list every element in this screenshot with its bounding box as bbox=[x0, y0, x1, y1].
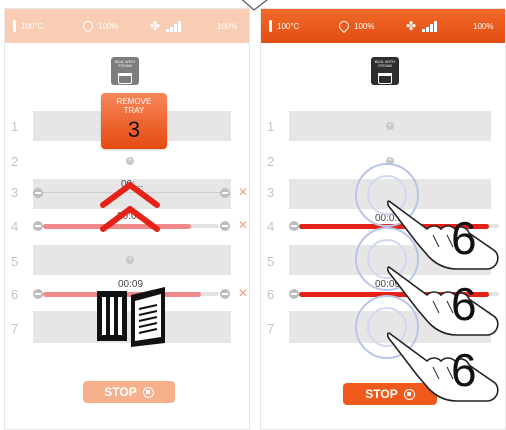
humidity-value: 100% bbox=[354, 21, 375, 31]
row-number: 7 bbox=[267, 321, 275, 336]
stop-button[interactable]: STOP bbox=[83, 381, 175, 403]
temperature-value: 100°C bbox=[277, 21, 300, 31]
fan-speed-value: 100% bbox=[473, 21, 494, 31]
stop-icon bbox=[142, 386, 154, 398]
row-number: 5 bbox=[267, 254, 275, 269]
program-button[interactable]: BOIL WITH STEAM bbox=[371, 57, 399, 85]
fan-readout: ✤ bbox=[150, 19, 182, 33]
close-icon[interactable]: ✕ bbox=[238, 219, 248, 231]
stop-label: STOP bbox=[104, 385, 137, 399]
humidity-readout: 100% bbox=[336, 18, 375, 34]
row-number: 2 bbox=[267, 154, 275, 169]
alert-title: REMOVE bbox=[116, 97, 152, 106]
hand-pointer-icon bbox=[387, 332, 499, 402]
status-bar: 100°C 100% ✤ 100% bbox=[261, 9, 505, 43]
row-number: 7 bbox=[11, 321, 19, 336]
chevron-up-icon bbox=[100, 182, 160, 232]
alert-tray-number: 3 bbox=[127, 117, 141, 142]
close-icon[interactable]: ✕ bbox=[238, 186, 248, 198]
signal-icon bbox=[422, 20, 438, 32]
plus-knob[interactable] bbox=[220, 289, 230, 299]
thermometer-icon bbox=[13, 20, 16, 32]
program-button[interactable]: BOIL WITH STEAM bbox=[111, 57, 139, 85]
oven-door-icon bbox=[97, 287, 165, 347]
humidity-readout: 100% bbox=[80, 18, 119, 34]
row-number: 4 bbox=[267, 219, 275, 234]
droplet-icon bbox=[80, 18, 96, 34]
pot-icon bbox=[378, 72, 392, 84]
plus-knob[interactable] bbox=[220, 221, 230, 231]
humidity-value: 100% bbox=[98, 21, 119, 31]
row-number: 4 bbox=[11, 219, 19, 234]
temperature-readout: 100°C bbox=[269, 20, 299, 32]
row-number: 3 bbox=[11, 185, 19, 200]
program-label-2: STEAM bbox=[118, 63, 132, 69]
plus-icon[interactable]: + bbox=[126, 157, 134, 165]
row-number: 1 bbox=[267, 119, 275, 134]
row-number: 6 bbox=[267, 287, 275, 302]
minus-knob[interactable] bbox=[33, 289, 43, 299]
fan-speed-value: 100% bbox=[217, 21, 238, 31]
row-number: 5 bbox=[11, 254, 19, 269]
right-oven-screen: 100°C 100% ✤ 100% BOIL WITH STEAM 1 + 2 … bbox=[260, 8, 506, 430]
droplet-icon bbox=[336, 18, 352, 34]
thermometer-icon bbox=[269, 20, 272, 32]
gesture-count-label: 6 bbox=[451, 344, 477, 396]
row-number: 2 bbox=[11, 154, 19, 169]
pot-icon bbox=[118, 72, 132, 84]
minus-knob[interactable] bbox=[289, 221, 299, 231]
row-number: 6 bbox=[11, 287, 19, 302]
temperature-readout: 100°C bbox=[13, 20, 43, 32]
plus-knob[interactable] bbox=[220, 188, 230, 198]
plus-icon[interactable]: + bbox=[386, 122, 394, 130]
status-bar: 100°C 100% ✤ 100% bbox=[5, 9, 249, 43]
gesture-count-label: 6 bbox=[451, 212, 477, 264]
fan-icon: ✤ bbox=[406, 19, 417, 33]
row-number: 3 bbox=[267, 185, 275, 200]
program-label-2: STEAM bbox=[378, 63, 392, 69]
left-oven-screen: 100°C 100% ✤ 100% BOIL WITH STEAM 1 2 + … bbox=[4, 8, 250, 430]
signal-icon bbox=[166, 20, 182, 32]
plus-icon[interactable]: + bbox=[126, 256, 134, 264]
minus-knob[interactable] bbox=[33, 221, 43, 231]
fan-readout: ✤ bbox=[406, 19, 438, 33]
row-number: 1 bbox=[11, 119, 19, 134]
alert-subtitle: TRAY bbox=[123, 106, 145, 115]
fan-icon: ✤ bbox=[150, 19, 161, 33]
gesture-count-label: 6 bbox=[451, 278, 477, 330]
minus-knob[interactable] bbox=[33, 188, 43, 198]
minus-knob[interactable] bbox=[289, 289, 299, 299]
remove-tray-alert[interactable]: REMOVE TRAY 3 bbox=[101, 93, 167, 149]
close-icon[interactable]: ✕ bbox=[238, 287, 248, 299]
temperature-value: 100°C bbox=[21, 21, 44, 31]
